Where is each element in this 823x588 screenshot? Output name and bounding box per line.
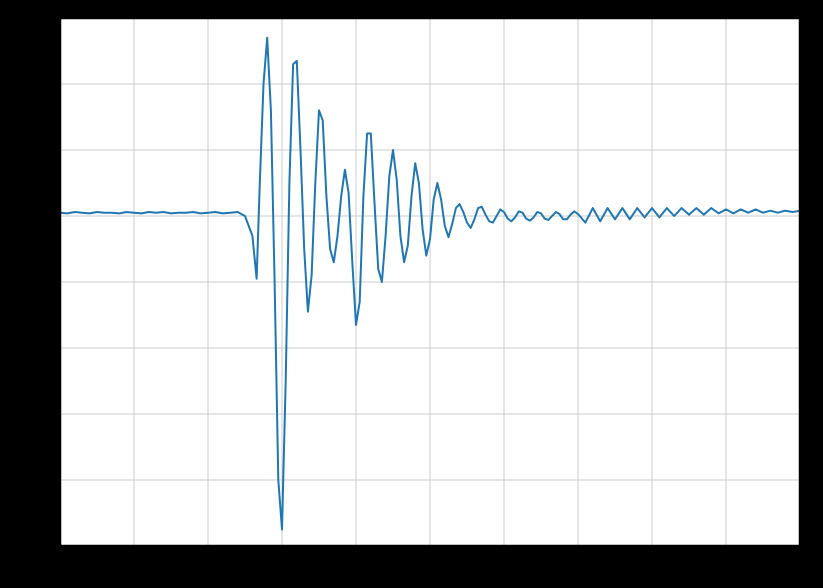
chart-axes bbox=[60, 18, 800, 546]
grid bbox=[60, 18, 800, 546]
chart-svg bbox=[60, 18, 800, 546]
